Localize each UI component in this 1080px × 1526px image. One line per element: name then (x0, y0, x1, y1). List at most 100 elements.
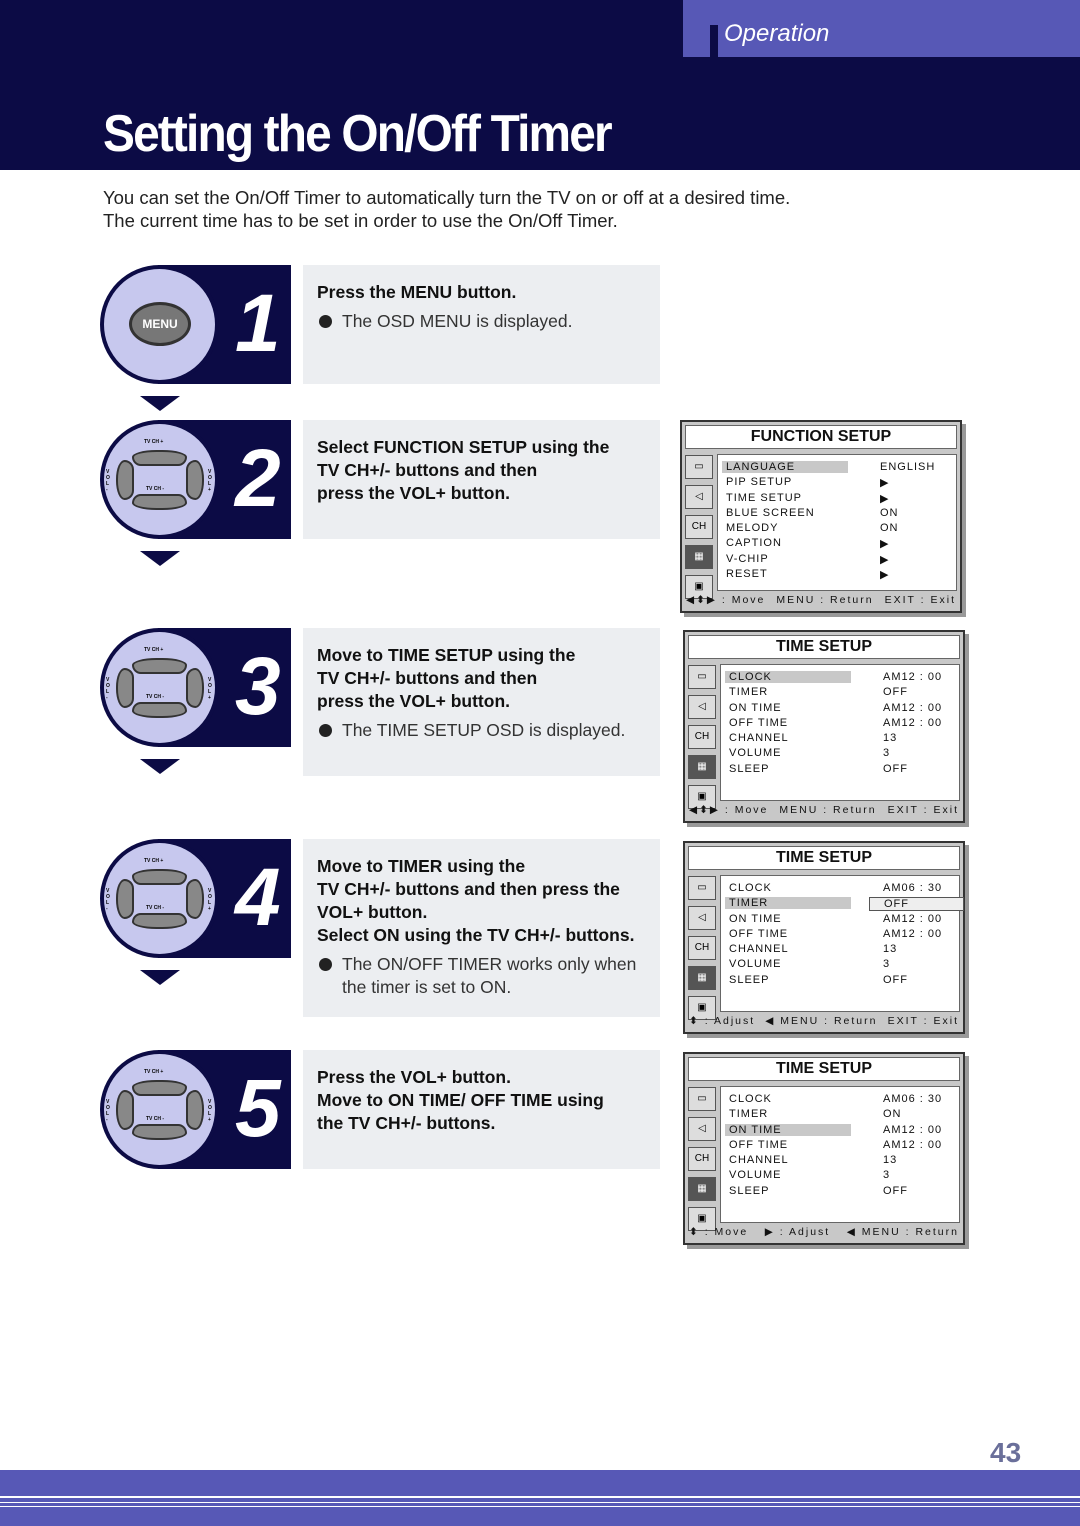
osd-row: SLEEP OFF (721, 1184, 959, 1199)
osd-row: TIMER OFF (721, 685, 959, 700)
bullet-text: The TIME SETUP OSD is displayed. (342, 720, 626, 740)
osd-row: CHANNEL 13 (721, 942, 959, 957)
ch-down-button (132, 494, 187, 510)
channel-icon: CH (685, 515, 713, 539)
instruction-line: Select ON using the TV CH+/- buttons. (317, 925, 635, 945)
page-title: Setting the On/Off Timer (103, 105, 613, 163)
ch-down-button (132, 702, 187, 718)
osd-hint: EXIT : Exit (887, 1015, 959, 1027)
channel-icon: CH (688, 725, 716, 749)
down-arrow-icon (140, 396, 180, 411)
ch-down-button (132, 1124, 187, 1140)
osd-hint: ◀ MENU : Return (846, 1226, 959, 1238)
osd-title: TIME SETUP (688, 635, 960, 659)
osd-item-value: AM12 : 00 (883, 716, 943, 729)
osd-hint: EXIT : Exit (887, 804, 959, 816)
step-instructions: Press the MENU button. The OSD MENU is di… (303, 265, 660, 384)
tv-icon: ▭ (685, 455, 713, 479)
ch-down-label: TV CH - (146, 905, 165, 911)
ch-down-button (132, 913, 187, 929)
step-number: 4 (235, 852, 281, 943)
osd-row: LANGUAGE ENGLISH (718, 460, 956, 475)
osd-row: CHANNEL 13 (721, 731, 959, 746)
vol-minus-label: VOL - (106, 677, 110, 701)
osd-item-label: TIME SETUP (726, 491, 803, 504)
ch-up-label: TV CH + (144, 1069, 164, 1075)
sound-icon: ◁ (688, 1117, 716, 1141)
osd-item-value: AM12 : 00 (883, 927, 943, 940)
osd-hint: ◀⬍▶ : Move (689, 804, 769, 816)
osd-item-value: ▶ (880, 538, 890, 551)
osd-item-value: OFF (883, 973, 908, 986)
osd-item-label: VOLUME (729, 1169, 782, 1182)
step-badge: TV CH + TV CH - VOL - VOL + 2 (100, 420, 291, 539)
vol-down-button (116, 879, 134, 919)
vol-down-button (116, 668, 134, 708)
osd-item-value: ON (880, 522, 899, 535)
function-icon: ▦ (685, 545, 713, 569)
osd-item-value: ▶ (880, 553, 890, 566)
down-arrow-icon (140, 551, 180, 566)
step-instructions: Press the VOL+ button. Move to ON TIME/ O… (303, 1050, 660, 1169)
remote-dpad-icon: TV CH + TV CH - VOL - VOL + (104, 632, 215, 743)
osd-row: VOLUME 3 (721, 957, 959, 972)
instruction-line: TV CH+/- buttons and then (317, 460, 538, 480)
osd-hint: ⬍ : Move (689, 1226, 749, 1238)
osd-icon-bar: ▭ ◁ CH ▦ ▣ (688, 1087, 718, 1237)
intro-line: The current time has to be set in order … (103, 210, 618, 231)
instruction-line: the TV CH+/- buttons. (317, 1113, 496, 1133)
osd-item-label: SLEEP (729, 973, 770, 986)
osd-item-value: AM12 : 00 (883, 701, 943, 714)
tv-icon: ▭ (688, 1087, 716, 1111)
osd-row: BLUE SCREEN ON (718, 506, 956, 521)
instruction-line: VOL+ button. (317, 902, 428, 922)
function-icon: ▦ (688, 1177, 716, 1201)
osd-item-value: OFF (883, 762, 908, 775)
ch-up-label: TV CH + (144, 858, 164, 864)
osd-row: TIME SETUP ▶ (718, 491, 956, 506)
step-instructions: Move to TIMER using the TV CH+/- buttons … (303, 839, 660, 1017)
remote-dpad-icon: TV CH + TV CH - VOL - VOL + (104, 843, 215, 954)
osd-hint: MENU : Return (779, 804, 877, 816)
osd-item-label: MELODY (726, 522, 779, 535)
osd-item-value: 3 (883, 1169, 891, 1182)
bullet-text: The ON/OFF TIMER works only when the tim… (342, 954, 637, 997)
osd-row: V-CHIP ▶ (718, 552, 956, 567)
bullet-text: The OSD MENU is displayed. (342, 311, 573, 331)
instruction-line: Move to TIMER using the (317, 856, 526, 876)
osd-row: OFF TIME AM12 : 00 (721, 927, 959, 942)
function-icon: ▦ (688, 755, 716, 779)
osd-item-value: 3 (883, 747, 891, 760)
footer-band (0, 1470, 1080, 1526)
osd-menu: FUNCTION SETUP ▭ ◁ CH ▦ ▣ LANGUAGE ENGLISH PIP S… (680, 420, 962, 613)
osd-item-label: SLEEP (729, 762, 770, 775)
step-number: 1 (235, 278, 281, 369)
remote-dpad-icon: TV CH + TV CH - VOL - VOL + (104, 1054, 215, 1165)
down-arrow-icon (140, 970, 180, 985)
osd-list: CLOCK AM06 : 30 TIMER ON ON TIME AM12 : 00 OFF… (720, 1086, 960, 1223)
tv-icon: ▭ (688, 665, 716, 689)
bullet-icon (319, 315, 332, 328)
osd-row: PIP SETUP ▶ (718, 475, 956, 490)
osd-list: LANGUAGE ENGLISH PIP SETUP ▶ TIME SETUP ▶ BLUE… (717, 454, 957, 591)
vol-up-button (186, 1090, 204, 1130)
osd-item-label: VOLUME (729, 958, 782, 971)
instruction-line: TV CH+/- buttons and then (317, 668, 538, 688)
osd-item-label: TIMER (725, 897, 851, 910)
function-icon: ▦ (688, 966, 716, 990)
ch-up-button (132, 658, 187, 674)
osd-hint: ▶ : Adjust (764, 1226, 831, 1238)
ch-up-button (132, 1080, 187, 1096)
instruction-line: Press the MENU button. (317, 282, 517, 302)
bullet-icon (319, 958, 332, 971)
osd-item-label: TIMER (729, 1108, 769, 1121)
bullet-note: The ON/OFF TIMER works only when the tim… (317, 953, 646, 999)
osd-item-label: BLUE SCREEN (726, 506, 815, 519)
section-label: Operation (724, 20, 830, 47)
osd-row: MELODY ON (718, 521, 956, 536)
osd-item-value: ON (880, 506, 899, 519)
osd-item-value: OFF (869, 897, 964, 912)
osd-item-label: OFF TIME (729, 716, 789, 729)
ch-up-button (132, 869, 187, 885)
instruction-line: Press the VOL+ button. (317, 1067, 511, 1087)
